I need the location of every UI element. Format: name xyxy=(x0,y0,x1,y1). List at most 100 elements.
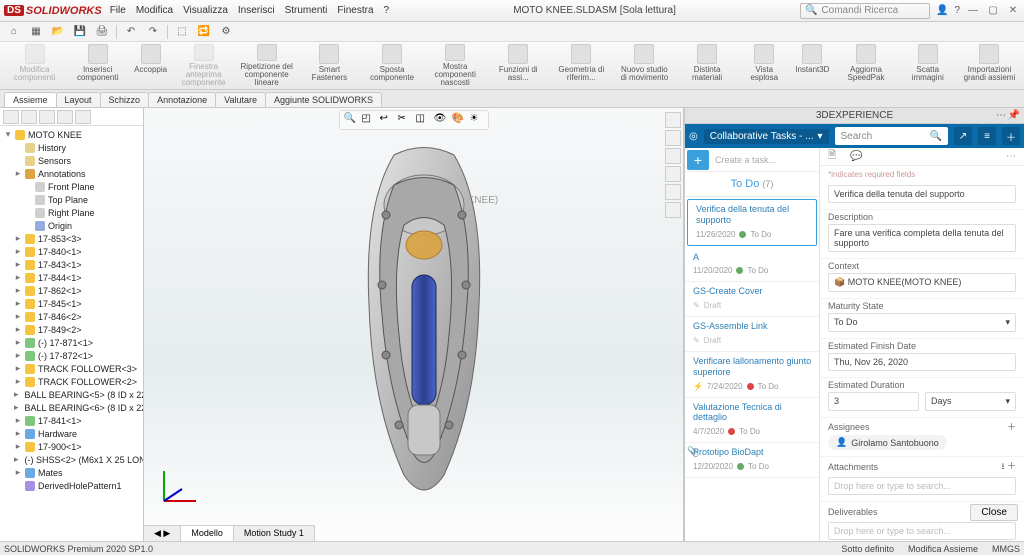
ribbon-smart-fasteners[interactable]: Smart Fasteners xyxy=(299,44,359,87)
twisty-icon[interactable]: ▸ xyxy=(14,324,22,335)
tab-evaluate[interactable]: Valutare xyxy=(215,92,266,107)
upload-icon[interactable]: ⭳ xyxy=(1001,461,1004,471)
tree-node[interactable]: Sensors xyxy=(4,154,141,167)
command-search[interactable]: 🔍 Comandi Ricerca xyxy=(800,3,930,19)
twisty-icon[interactable]: ▸ xyxy=(14,298,22,309)
ribbon-ref-geometry[interactable]: Geometria di riferim... xyxy=(551,44,612,87)
display-style-icon[interactable]: ◫ xyxy=(416,113,430,127)
tree-node[interactable]: ▸17-844<1> xyxy=(4,271,141,284)
ribbon-bom[interactable]: Distinta materiali xyxy=(677,44,737,87)
tree-tab-1[interactable] xyxy=(3,110,19,124)
tab-assembly[interactable]: Assieme xyxy=(4,92,57,107)
hide-show-icon[interactable]: 👁 xyxy=(434,113,448,127)
rebuild-icon[interactable]: 🔁 xyxy=(196,24,212,40)
tree-node[interactable]: ▸BALL BEARING<5> (8 ID x 22 OD X 7 xyxy=(4,388,141,401)
tree-node[interactable]: ▸17-845<1> xyxy=(4,297,141,310)
taskpane-resources-icon[interactable] xyxy=(665,112,681,128)
detail-tab-info-icon[interactable]: 🗎 xyxy=(828,148,836,165)
section-view-icon[interactable]: ✂ xyxy=(398,113,412,127)
help-icon[interactable]: ? xyxy=(954,5,960,16)
scene-icon[interactable]: ☀ xyxy=(470,113,484,127)
twisty-icon[interactable]: ▸ xyxy=(14,441,22,452)
user-icon[interactable]: 👤 xyxy=(936,5,948,16)
twisty-icon[interactable]: ▸ xyxy=(14,259,22,270)
tree-node[interactable]: ▸(-) 17-872<1> xyxy=(4,349,141,362)
tree-node[interactable]: ▸(-) 17-871<1> xyxy=(4,336,141,349)
ribbon-large-assembly[interactable]: Importazioni grandi assiemi xyxy=(959,44,1020,87)
ribbon-mate[interactable]: Accoppia xyxy=(130,44,171,87)
twisty-icon[interactable]: ▸ xyxy=(14,402,19,413)
duration-number-input[interactable]: 3 xyxy=(828,392,919,411)
status-units[interactable]: MMGS xyxy=(992,544,1020,554)
graphics-viewport[interactable]: 🔍 ◰ ↩ ✂ ◫ 👁 🎨 ☀ MOTO KNEE) xyxy=(144,108,684,541)
ribbon-instant3d[interactable]: Instant3D xyxy=(791,44,833,87)
tree-node[interactable]: ▸TRACK FOLLOWER<2> xyxy=(4,375,141,388)
detail-menu-icon[interactable]: ⋯ xyxy=(1006,151,1016,162)
taskpane-custom-props-icon[interactable] xyxy=(665,202,681,218)
task-card[interactable]: 📎Prototipo BioDapt12/20/2020To Do xyxy=(685,443,819,478)
panel-menu-icon[interactable]: ⋯ xyxy=(996,110,1006,121)
select-icon[interactable]: ⬚ xyxy=(174,24,190,40)
create-task-button[interactable]: + xyxy=(687,150,709,170)
detail-tab-comments-icon[interactable]: 💬 xyxy=(850,151,862,162)
maximize-icon[interactable]: ▢ xyxy=(986,5,1000,17)
task-card[interactable]: Verifica della tenuta del supporto11/26/… xyxy=(687,199,817,246)
bottab-motion[interactable]: Motion Study 1 xyxy=(234,526,315,541)
ribbon-move-component[interactable]: Sposta componente xyxy=(362,44,423,87)
menu-window[interactable]: Finestra xyxy=(337,5,373,16)
desc-input[interactable]: Fare una verifica completa della tenuta … xyxy=(828,224,1016,252)
tree-node[interactable]: ▸17-853<3> xyxy=(4,232,141,245)
tree-node[interactable]: ▸Hardware xyxy=(4,427,141,440)
ribbon-speedpak[interactable]: Aggiorna SpeedPak xyxy=(835,44,896,87)
tree-node[interactable]: Top Plane xyxy=(4,193,141,206)
twisty-icon[interactable]: ▸ xyxy=(14,337,22,348)
menu-insert[interactable]: Inserisci xyxy=(238,5,275,16)
feature-tree[interactable]: ▾ MOTO KNEE HistorySensors▸AnnotationsFr… xyxy=(0,126,143,541)
tree-node[interactable]: ▸17-849<2> xyxy=(4,323,141,336)
save-icon[interactable]: 💾 xyxy=(72,24,88,40)
twisty-icon[interactable]: ▸ xyxy=(14,389,19,400)
zoom-area-icon[interactable]: ◰ xyxy=(362,113,376,127)
task-card[interactable]: Verificare lallonamento giunto superiore… xyxy=(685,352,819,398)
ribbon-assembly-features[interactable]: Funzioni di assi... xyxy=(488,44,549,87)
tree-node[interactable]: ▸17-900<1> xyxy=(4,440,141,453)
attach-input[interactable]: Drop here or type to search... xyxy=(828,477,1016,495)
tab-sketch[interactable]: Schizzo xyxy=(100,92,150,107)
bottab-model[interactable]: Modello xyxy=(181,526,234,541)
tree-node[interactable]: ▸Annotations xyxy=(4,167,141,180)
orientation-triad[interactable] xyxy=(154,461,204,511)
app-chip[interactable]: Collaborative Tasks - ... ▾ xyxy=(704,129,829,144)
minimize-icon[interactable]: — xyxy=(966,5,980,17)
create-task-input[interactable]: Create a task... xyxy=(711,155,819,165)
twisty-icon[interactable]: ▸ xyxy=(14,454,19,465)
appearance-icon[interactable]: 🎨 xyxy=(452,113,466,127)
twisty-icon[interactable]: ▸ xyxy=(14,415,22,426)
tree-node[interactable]: ▸17-862<1> xyxy=(4,284,141,297)
title-input[interactable]: Verifica della tenuta del supporto xyxy=(828,185,1016,203)
finish-input[interactable]: Thu, Nov 26, 2020 xyxy=(828,353,1016,371)
xp-search[interactable]: Search 🔍 xyxy=(835,127,948,145)
tab-addins[interactable]: Aggiunte SOLIDWORKS xyxy=(265,92,382,107)
tree-node[interactable]: History xyxy=(4,141,141,154)
tree-node[interactable]: ▸17-840<1> xyxy=(4,245,141,258)
task-card[interactable]: GS-Assemble Link✎Draft xyxy=(685,317,819,352)
taskpane-appearances-icon[interactable] xyxy=(665,184,681,200)
tree-node[interactable]: Right Plane xyxy=(4,206,141,219)
close-button[interactable]: Close xyxy=(970,504,1018,521)
tree-tab-4[interactable] xyxy=(57,110,73,124)
taskpane-design-library-icon[interactable] xyxy=(665,130,681,146)
close-icon[interactable]: ✕ xyxy=(1006,5,1020,17)
tree-node[interactable]: ▸17-841<1> xyxy=(4,414,141,427)
tree-node[interactable]: ▸BALL BEARING<6> (8 ID x 22 OD X 7 xyxy=(4,401,141,414)
new-icon[interactable]: ▦ xyxy=(28,24,44,40)
tree-tab-3[interactable] xyxy=(39,110,55,124)
tree-tab-5[interactable] xyxy=(75,110,91,124)
taskpane-view-palette-icon[interactable] xyxy=(665,166,681,182)
ribbon-show-hidden[interactable]: Mostra componenti nascosti xyxy=(425,44,486,87)
tab-annotation[interactable]: Annotazione xyxy=(148,92,216,107)
twisty-icon[interactable]: ▸ xyxy=(14,311,22,322)
tree-node[interactable]: Origin xyxy=(4,219,141,232)
open-icon[interactable]: 📂 xyxy=(50,24,66,40)
twisty-icon[interactable]: ▾ xyxy=(4,129,12,140)
print-icon[interactable]: 🖨 xyxy=(94,24,110,40)
